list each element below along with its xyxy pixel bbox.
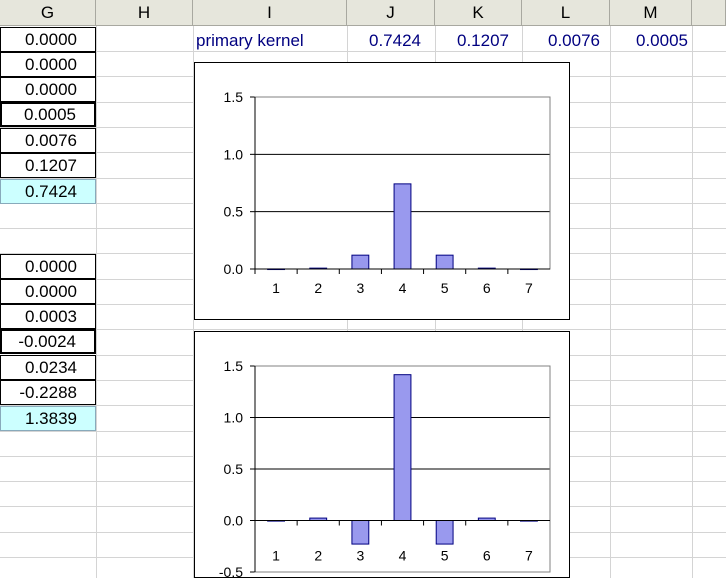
y-tick-label: 0.5 [224,204,244,220]
g-cell[interactable]: 0.0003 [0,304,96,329]
bar [351,254,370,270]
g-cell[interactable]: 0.0000 [0,279,96,304]
x-tick-label: 2 [314,548,322,564]
grid-vline [692,26,693,578]
x-tick-label: 3 [356,548,364,564]
bar [435,520,454,545]
cell-m1-value[interactable]: 0.0005 [610,28,688,53]
column-header-h[interactable]: H [96,0,193,26]
spreadsheet: G H I J K L M primary kernel 0.7424 0.12… [0,0,726,578]
chart-secondary-kernel[interactable]: -0.5 0.0 0.5 1.0 1.5 1 2 3 4 5 6 7 [194,331,570,578]
x-tick-label: 4 [399,548,407,564]
g-cell-highlighted[interactable]: 0.7424 [0,179,96,204]
column-header-g[interactable]: G [0,0,96,26]
y-tick-label: 0.0 [224,513,244,529]
g-cell[interactable]: 0.0000 [0,27,96,52]
column-header-n[interactable] [692,0,726,26]
y-tick-label: 0.0 [224,261,244,277]
grid-hline [0,329,726,330]
y-tick-label: 1.0 [224,410,244,426]
y-tick-label: 1.5 [224,358,244,374]
g-cell[interactable]: 0.0005 [0,102,96,127]
chart-svg: 0.0 0.5 1.0 1.5 1 2 3 4 5 6 7 [224,89,551,296]
x-tick-label: 7 [525,280,533,296]
g-cell[interactable]: 0.0000 [0,52,96,77]
bar [393,183,412,270]
bar [393,374,412,521]
grid-vline [610,26,611,578]
bar [435,254,454,270]
g-cell[interactable]: 0.0000 [0,77,96,102]
bar [351,520,370,545]
x-tick-label: 7 [525,548,533,564]
g-cell[interactable]: -0.2288 [0,380,96,405]
column-header-i[interactable]: I [193,0,347,26]
y-tick-label: 1.5 [224,89,244,105]
column-header-l[interactable]: L [522,0,610,26]
y-tick-label: 1.0 [224,146,244,162]
x-tick-label: 3 [356,280,364,296]
g-cell[interactable]: 0.0234 [0,355,96,380]
y-tick-label: -0.5 [219,564,243,578]
chart-svg: -0.5 0.0 0.5 1.0 1.5 1 2 3 4 5 6 7 [219,358,551,578]
g-cell[interactable]: 0.0076 [0,128,96,153]
x-tick-label: 6 [483,548,491,564]
g-cell[interactable]: -0.0024 [0,329,96,354]
column-header-j[interactable]: J [347,0,435,26]
column-header-k[interactable]: K [435,0,522,26]
grid-vline [96,26,97,578]
x-tick-label: 5 [441,280,449,296]
g-cell[interactable]: 0.0000 [0,254,96,279]
x-tick-label: 4 [399,280,407,296]
x-tick-label: 1 [272,280,280,296]
g-cell[interactable]: 0.1207 [0,153,96,178]
chart-primary-kernel[interactable]: 0.0 0.5 1.0 1.5 1 2 3 4 5 6 7 [194,62,570,320]
x-tick-label: 1 [272,548,280,564]
cell-l1-value[interactable]: 0.0076 [522,28,600,53]
g-cell-highlighted[interactable]: 1.3839 [0,406,96,431]
x-tick-label: 5 [441,548,449,564]
cell-k1-value[interactable]: 0.1207 [435,28,509,53]
x-tick-label: 2 [314,280,322,296]
cell-i1-label[interactable]: primary kernel [196,28,304,53]
y-tick-label: 0.5 [224,461,244,477]
column-header-m[interactable]: M [610,0,692,26]
cell-j1-value[interactable]: 0.7424 [347,28,421,53]
x-tick-label: 6 [483,280,491,296]
